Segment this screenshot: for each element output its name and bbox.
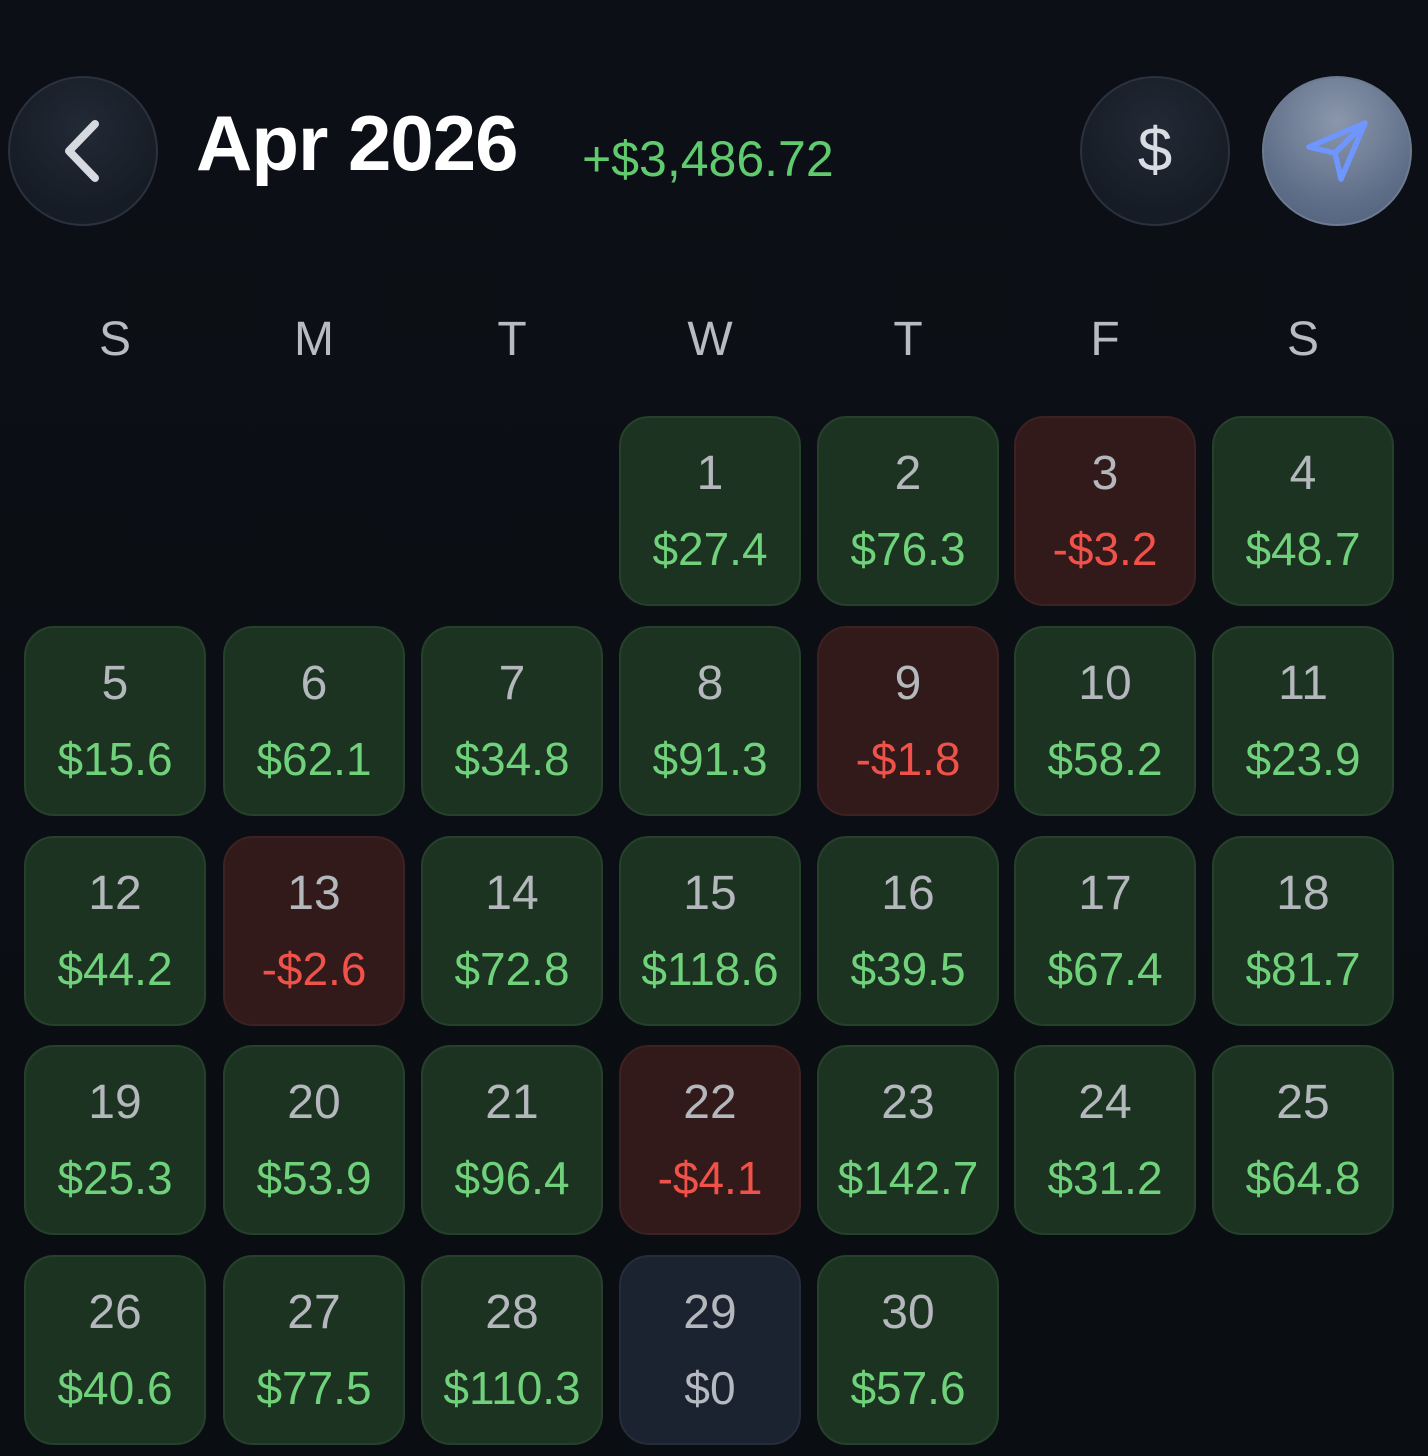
day-cell[interactable]: 8 $91.3: [619, 626, 801, 816]
day-amount: $91.3: [652, 733, 768, 785]
day-number: 1: [696, 447, 724, 500]
day-number: 2: [894, 447, 922, 500]
day-amount: $0: [684, 1362, 736, 1414]
day-amount: $23.9: [1245, 733, 1361, 785]
day-amount: $57.6: [850, 1362, 966, 1414]
day-amount: $64.8: [1245, 1152, 1361, 1204]
day-amount: $48.7: [1245, 523, 1361, 575]
day-cell[interactable]: 22 -$4.1: [619, 1045, 801, 1235]
day-cell[interactable]: 28 $110.3: [421, 1255, 603, 1445]
day-number: 14: [485, 867, 539, 920]
day-number: 16: [881, 867, 935, 920]
day-number: 23: [881, 1076, 935, 1129]
day-amount: -$1.8: [855, 733, 961, 785]
day-cell[interactable]: 12 $44.2: [24, 836, 206, 1026]
day-cell[interactable]: 7 $34.8: [421, 626, 603, 816]
day-cell[interactable]: 19 $25.3: [24, 1045, 206, 1235]
day-cell[interactable]: 27 $77.5: [223, 1255, 405, 1445]
day-amount: $67.4: [1047, 943, 1163, 995]
day-cell[interactable]: 24 $31.2: [1014, 1045, 1196, 1235]
day-cell[interactable]: 4 $48.7: [1212, 416, 1394, 606]
day-cell[interactable]: 25 $64.8: [1212, 1045, 1394, 1235]
day-cell[interactable]: 17 $67.4: [1014, 836, 1196, 1026]
day-cell[interactable]: 20 $53.9: [223, 1045, 405, 1235]
day-amount: $110.3: [443, 1362, 581, 1414]
day-amount: $31.2: [1047, 1152, 1163, 1204]
day-number: 20: [287, 1076, 341, 1129]
day-amount: $25.3: [57, 1152, 173, 1204]
day-cell[interactable]: 30 $57.6: [817, 1255, 999, 1445]
day-number: 4: [1289, 447, 1317, 500]
calendar-screen: Apr 2026 +$3,486.72 $ SMTWTFS 1 $27.4 2 $76…: [0, 0, 1428, 1456]
day-amount: $72.8: [454, 943, 570, 995]
day-cell[interactable]: 14 $72.8: [421, 836, 603, 1026]
day-number: 22: [683, 1076, 737, 1129]
day-amount: $81.7: [1245, 943, 1361, 995]
day-cell[interactable]: 5 $15.6: [24, 626, 206, 816]
day-amount: $44.2: [57, 943, 173, 995]
day-amount: $40.6: [57, 1362, 173, 1414]
day-cell[interactable]: 15 $118.6: [619, 836, 801, 1026]
day-amount: $15.6: [57, 733, 173, 785]
day-number: 6: [300, 657, 328, 710]
day-number: 24: [1078, 1076, 1132, 1129]
day-number: 19: [88, 1076, 142, 1129]
day-cell[interactable]: 11 $23.9: [1212, 626, 1394, 816]
day-amount: -$4.1: [657, 1152, 763, 1204]
day-cell[interactable]: 10 $58.2: [1014, 626, 1196, 816]
day-number: 30: [881, 1286, 935, 1339]
day-number: 13: [287, 867, 341, 920]
day-amount: $62.1: [256, 733, 372, 785]
day-number: 26: [88, 1286, 142, 1339]
day-cell[interactable]: 9 -$1.8: [817, 626, 999, 816]
day-cell[interactable]: 26 $40.6: [24, 1255, 206, 1445]
day-amount: $34.8: [454, 733, 570, 785]
day-amount: -$3.2: [1052, 523, 1158, 575]
day-number: 11: [1278, 657, 1328, 710]
day-number: 27: [287, 1286, 341, 1339]
day-number: 9: [894, 657, 922, 710]
day-number: 29: [683, 1286, 737, 1339]
day-number: 21: [485, 1076, 539, 1129]
day-amount: $77.5: [256, 1362, 372, 1414]
day-amount: $58.2: [1047, 733, 1163, 785]
day-cell[interactable]: 29 $0: [619, 1255, 801, 1445]
day-number: 5: [101, 657, 129, 710]
day-cell[interactable]: 3 -$3.2: [1014, 416, 1196, 606]
day-amount: -$2.6: [261, 943, 367, 995]
day-number: 17: [1078, 867, 1132, 920]
day-cell[interactable]: 18 $81.7: [1212, 836, 1394, 1026]
day-cell[interactable]: 16 $39.5: [817, 836, 999, 1026]
day-cell[interactable]: 6 $62.1: [223, 626, 405, 816]
day-amount: $142.7: [837, 1152, 979, 1204]
day-amount: $76.3: [850, 523, 966, 575]
day-number: 15: [683, 867, 737, 920]
day-number: 3: [1091, 447, 1119, 500]
day-cell[interactable]: 13 -$2.6: [223, 836, 405, 1026]
day-amount: $118.6: [641, 943, 779, 995]
day-number: 18: [1276, 867, 1330, 920]
day-cell[interactable]: 2 $76.3: [817, 416, 999, 606]
day-number: 7: [498, 657, 526, 710]
day-number: 12: [88, 867, 142, 920]
day-number: 28: [485, 1286, 539, 1339]
day-cell[interactable]: 23 $142.7: [817, 1045, 999, 1235]
day-number: 10: [1078, 657, 1132, 710]
day-cell[interactable]: 1 $27.4: [619, 416, 801, 606]
day-cell[interactable]: 21 $96.4: [421, 1045, 603, 1235]
calendar-grid: 1 $27.4 2 $76.3 3 -$3.2 4 $48.7 5 $15.6 6 $62.1 7 $34…: [0, 0, 1428, 1456]
day-amount: $96.4: [454, 1152, 570, 1204]
day-amount: $27.4: [652, 523, 768, 575]
day-number: 25: [1276, 1076, 1330, 1129]
day-number: 8: [696, 657, 724, 710]
day-amount: $53.9: [256, 1152, 372, 1204]
day-amount: $39.5: [850, 943, 966, 995]
